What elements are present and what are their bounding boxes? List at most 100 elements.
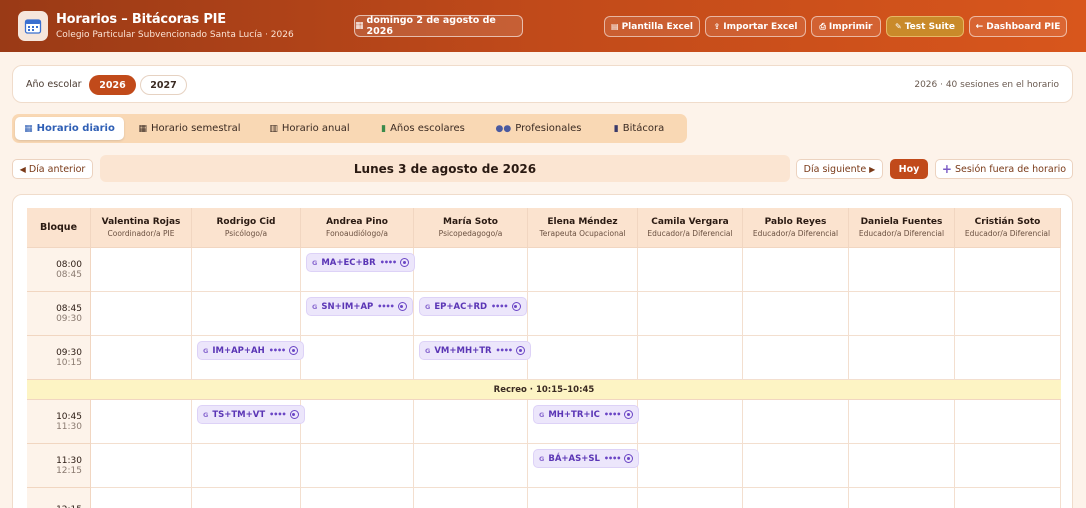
more-options-icon[interactable]: •••• (377, 302, 394, 311)
more-options-icon[interactable]: •••• (496, 346, 513, 355)
schedule-cell[interactable] (638, 400, 743, 444)
schedule-cell[interactable] (91, 336, 192, 380)
previous-day-button[interactable]: ◀ Día anterior (12, 159, 93, 179)
schedule-cell[interactable] (192, 444, 301, 488)
schedule-cell[interactable] (955, 488, 1061, 508)
schedule-cell[interactable] (955, 336, 1061, 380)
add-extra-session-button[interactable]: + Sesión fuera de horario (935, 159, 1073, 179)
view-session-icon[interactable] (511, 302, 521, 311)
view-session-icon[interactable] (289, 410, 299, 419)
schedule-cell[interactable] (528, 488, 638, 508)
schedule-cell[interactable] (192, 248, 301, 292)
schedule-cell[interactable] (638, 248, 743, 292)
session-chip[interactable]: G TS+TM+VT •••• (197, 405, 305, 424)
school-year-bar: Año escolar 2026 2027 2026 · 40 sesiones… (12, 65, 1073, 103)
schedule-cell[interactable] (91, 248, 192, 292)
schedule-cell[interactable] (414, 248, 528, 292)
block-time-cell: 12:15 (27, 488, 91, 508)
schedule-cell[interactable] (192, 488, 301, 508)
schedule-cell[interactable] (955, 292, 1061, 336)
professional-name: Cristián Soto (974, 217, 1041, 227)
schedule-cell[interactable] (414, 488, 528, 508)
importar-excel-button[interactable]: ⇪ Importar Excel (705, 16, 806, 37)
today-button[interactable]: Hoy (890, 159, 928, 179)
schedule-cell[interactable] (638, 292, 743, 336)
session-chip[interactable]: G BÁ+AS+SL •••• (533, 449, 640, 468)
schedule-cell[interactable] (528, 292, 638, 336)
schedule-cell[interactable] (301, 444, 414, 488)
view-session-icon[interactable] (624, 454, 634, 463)
tab-horario-anual[interactable]: ▥ Horario anual (265, 117, 354, 140)
schedule-cell[interactable] (743, 336, 849, 380)
schedule-cell[interactable] (849, 248, 955, 292)
schedule-cell[interactable] (301, 400, 414, 444)
schedule-cell[interactable] (638, 488, 743, 508)
imprimir-button[interactable]: ⎙ Imprimir (811, 16, 881, 37)
more-options-icon[interactable]: •••• (491, 302, 508, 311)
test-suite-button[interactable]: ✎ Test Suite (886, 16, 964, 37)
view-session-icon[interactable] (624, 410, 634, 419)
view-session-icon[interactable] (400, 258, 410, 267)
tab-horario-diario[interactable]: ▦ Horario diario (15, 117, 124, 140)
session-chip[interactable]: G SN+IM+AP •••• (306, 297, 413, 316)
schedule-cell[interactable] (849, 292, 955, 336)
schedule-cell[interactable] (192, 292, 301, 336)
more-options-icon[interactable]: •••• (269, 410, 286, 419)
schedule-cell[interactable] (528, 336, 638, 380)
block-time-cell: 09:30 10:15 (27, 336, 91, 380)
schedule-cell[interactable] (301, 488, 414, 508)
schedule-cell[interactable] (849, 400, 955, 444)
schedule-cell[interactable] (955, 400, 1061, 444)
schedule-cell[interactable] (414, 400, 528, 444)
schedule-cell[interactable] (301, 336, 414, 380)
professional-column-header: Cristián Soto Educador/a Diferencial (955, 208, 1061, 248)
pencil-icon: ✎ (895, 22, 902, 31)
schedule-cell[interactable] (91, 400, 192, 444)
more-options-icon[interactable]: •••• (604, 454, 621, 463)
session-chip[interactable]: G VM+MH+TR •••• (419, 341, 531, 360)
schedule-cell[interactable] (414, 444, 528, 488)
people-icon: ●● (495, 123, 512, 134)
schedule-cell[interactable] (91, 444, 192, 488)
current-date-button[interactable]: ▦ domingo 2 de agosto de 2026 (354, 15, 523, 37)
session-chip[interactable]: G MH+TR+IC •••• (533, 405, 640, 424)
schedule-cell[interactable] (638, 336, 743, 380)
session-chip[interactable]: G IM+AP+AH •••• (197, 341, 305, 360)
schedule-cell[interactable] (91, 292, 192, 336)
schedule-cell[interactable] (638, 444, 743, 488)
more-options-icon[interactable]: •••• (380, 258, 397, 267)
view-session-icon[interactable] (289, 346, 299, 355)
import-icon: ⇪ (713, 22, 721, 31)
more-options-icon[interactable]: •••• (604, 410, 621, 419)
year-2027-button[interactable]: 2027 (140, 75, 187, 95)
app-subtitle: Colegio Particular Subvencionado Santa L… (56, 30, 294, 40)
schedule-cell[interactable] (91, 488, 192, 508)
session-chip[interactable]: G MA+EC+BR •••• (306, 253, 416, 272)
schedule-cell[interactable] (743, 400, 849, 444)
schedule-cell[interactable] (955, 248, 1061, 292)
next-day-button[interactable]: Día siguiente ▶ (796, 159, 883, 179)
more-options-icon[interactable]: •••• (269, 346, 286, 355)
tab-bitacora[interactable]: ▮ Bitácora (607, 117, 671, 140)
year-2026-button[interactable]: 2026 (89, 75, 136, 95)
tab-profesionales[interactable]: ●● Profesionales (494, 117, 583, 140)
schedule-cell[interactable] (743, 444, 849, 488)
schedule-cell[interactable] (743, 292, 849, 336)
session-chip[interactable]: G EP+AC+RD •••• (419, 297, 527, 316)
professional-name: Elena Méndez (547, 217, 618, 227)
schedule-cell[interactable] (743, 488, 849, 508)
plantilla-excel-button[interactable]: ▤ Plantilla Excel (604, 16, 700, 37)
schedule-cell[interactable] (849, 488, 955, 508)
view-session-icon[interactable] (397, 302, 407, 311)
schedule-cell[interactable] (743, 248, 849, 292)
block-end-time: 12:15 (56, 465, 82, 476)
view-session-icon[interactable] (516, 346, 525, 355)
schedule-cell[interactable] (528, 248, 638, 292)
dashboard-pie-button[interactable]: ← Dashboard PIE (969, 16, 1067, 37)
schedule-cell[interactable] (849, 444, 955, 488)
tab-horario-semestral[interactable]: ▦ Horario semestral (132, 117, 247, 140)
tab-anos-escolares[interactable]: ▮ Años escolares (374, 117, 472, 140)
schedule-cell[interactable] (849, 336, 955, 380)
schedule-cell[interactable] (955, 444, 1061, 488)
group-icon: G (539, 454, 545, 463)
